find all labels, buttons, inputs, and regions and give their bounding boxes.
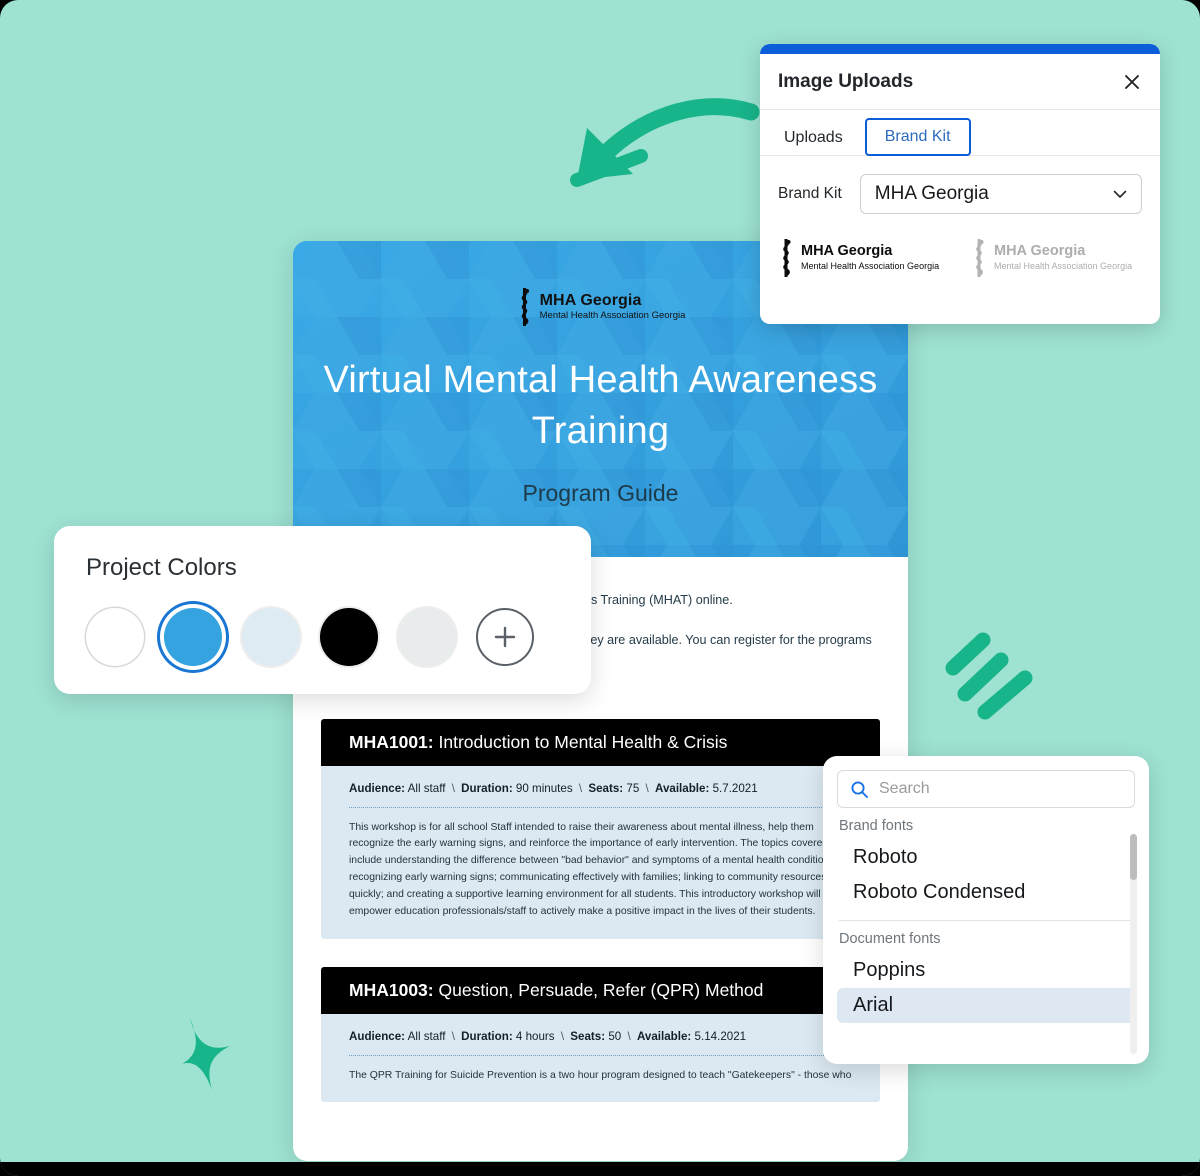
dialog-title: Image Uploads (778, 70, 914, 92)
course-description: This workshop is for all school Staff in… (349, 821, 833, 917)
brand-logo-secondary[interactable]: MHA Georgia Mental Health Association Ge… (971, 238, 1142, 278)
font-list[interactable]: Brand fonts Roboto Roboto Condensed Docu… (837, 816, 1137, 1054)
meta-label-audience: Audience: (349, 1029, 406, 1043)
chevron-down-icon (1113, 190, 1127, 198)
swatch-light-gray[interactable] (398, 608, 456, 666)
sparkle-star-icon (182, 1018, 230, 1090)
meta-value-duration: 4 hours (515, 1029, 555, 1043)
divider (839, 920, 1133, 921)
search-input[interactable]: Search (837, 770, 1135, 808)
tab-brand-kit[interactable]: Brand Kit (864, 118, 971, 156)
meta-label-duration: Duration: (461, 1029, 513, 1043)
curved-arrow-icon (570, 98, 760, 187)
meta-separator: \ (451, 1029, 455, 1043)
document-title: Virtual Mental Health Awareness Training (323, 359, 878, 452)
rod-of-asclepius-icon (521, 288, 529, 326)
search-placeholder: Search (879, 780, 930, 797)
meta-separator: \ (627, 1029, 631, 1043)
dialog-accent-bar (760, 44, 1160, 54)
font-item-arial[interactable]: Arial (837, 988, 1135, 1023)
plus-icon (494, 626, 516, 648)
meta-value-available: 5.14.2021 (694, 1029, 747, 1043)
font-group-label-brand: Brand fonts (839, 818, 914, 834)
course-description: The QPR Training for Suicide Prevention … (349, 1069, 852, 1081)
scrollbar-thumb[interactable] (1130, 834, 1137, 880)
font-item-poppins[interactable]: Poppins (837, 953, 1135, 988)
course-name: Question, Persuade, Refer (QPR) Method (438, 979, 764, 1000)
document-logo: MHA Georgia Mental Health Association Ge… (516, 287, 686, 327)
course-meta: Audience: All staff \ Duration: 4 hours … (349, 1030, 852, 1043)
meta-label-audience: Audience: (349, 781, 406, 795)
brand-kit-select[interactable]: MHA Georgia (859, 174, 1142, 214)
close-icon[interactable] (1120, 70, 1144, 94)
document-logo-tagline: Mental Health Association Georgia (539, 310, 686, 322)
document-hero: MHA Georgia Mental Health Association Ge… (293, 241, 908, 557)
brand-kit-row: Brand Kit MHA Georgia (760, 156, 1160, 214)
document-preview[interactable]: MHA Georgia Mental Health Association Ge… (293, 241, 908, 1161)
font-item-roboto[interactable]: Roboto (837, 840, 1135, 875)
meta-value-seats: 50 (608, 1029, 622, 1043)
course-meta: Audience: All staff \ Duration: 90 minut… (349, 782, 852, 795)
course-body: Audience: All staff \ Duration: 90 minut… (321, 765, 880, 939)
meta-value-seats: 75 (626, 781, 640, 795)
scrollbar[interactable] (1130, 834, 1137, 1054)
meta-separator: \ (645, 781, 649, 795)
course-name: Introduction to Mental Health & Crisis (438, 731, 728, 752)
document-logo-name: MHA Georgia (539, 291, 642, 309)
meta-label-available: Available: (655, 781, 710, 795)
dialog-titlebar: Image Uploads (760, 54, 1160, 110)
course-code: MHA1001: (349, 731, 434, 752)
course-body: Audience: All staff \ Duration: 4 hours … (321, 1013, 880, 1103)
search-icon (851, 780, 868, 798)
meta-separator: \ (560, 1029, 565, 1043)
meta-value-available: 5.7.2021 (712, 781, 758, 795)
document-subtitle: Program Guide (522, 480, 679, 507)
meta-separator: \ (451, 781, 455, 795)
font-group-label-document: Document fonts (839, 931, 941, 947)
canvas: MHA Georgia Mental Health Association Ge… (0, 0, 1200, 1176)
dialog-tabs[interactable]: Uploads Brand Kit (760, 110, 1160, 156)
meta-value-audience: All staff (407, 1029, 446, 1043)
project-colors-panel[interactable]: Project Colors (54, 526, 591, 694)
swatch-white[interactable] (86, 608, 144, 666)
course-header: MHA1003: Question, Persuade, Refer (QPR)… (321, 966, 880, 1014)
swatch-row[interactable] (86, 608, 559, 666)
swatch-pale-blue[interactable] (242, 608, 300, 666)
course-header: MHA1001: Introduction to Mental Health &… (321, 718, 880, 766)
rod-of-asclepius-icon (976, 239, 984, 277)
bottom-bar (0, 1162, 1200, 1176)
brand-logo-tagline: Mental Health Association Georgia (994, 261, 1133, 272)
project-colors-title: Project Colors (86, 554, 237, 581)
tab-uploads[interactable]: Uploads (778, 121, 849, 155)
course-card[interactable]: MHA1003: Question, Persuade, Refer (QPR)… (321, 966, 880, 1103)
meta-label-duration: Duration: (461, 781, 513, 795)
font-item-roboto-condensed[interactable]: Roboto Condensed (837, 875, 1135, 910)
meta-value-audience: All staff (407, 781, 446, 795)
font-picker-panel[interactable]: Search Brand fonts Roboto Roboto Condens… (823, 756, 1149, 1064)
meta-separator: \ (578, 781, 583, 795)
course-card[interactable]: MHA1001: Introduction to Mental Health &… (321, 718, 880, 939)
swatch-black[interactable] (320, 608, 378, 666)
course-code: MHA1003: (349, 979, 434, 1000)
brand-logo-name: MHA Georgia (994, 243, 1086, 259)
brand-kit-label: Brand Kit (778, 185, 842, 202)
slash-marks-icon (945, 632, 1033, 720)
add-color-button[interactable] (476, 608, 534, 666)
meta-value-duration: 90 minutes (515, 781, 573, 795)
brand-kit-select-value: MHA Georgia (874, 183, 989, 204)
meta-label-seats: Seats: (570, 1029, 606, 1043)
meta-label-available: Available: (636, 1029, 692, 1043)
divider (349, 806, 852, 808)
meta-label-seats: Seats: (588, 781, 624, 795)
swatch-blue[interactable] (164, 608, 222, 666)
divider (349, 1054, 852, 1056)
